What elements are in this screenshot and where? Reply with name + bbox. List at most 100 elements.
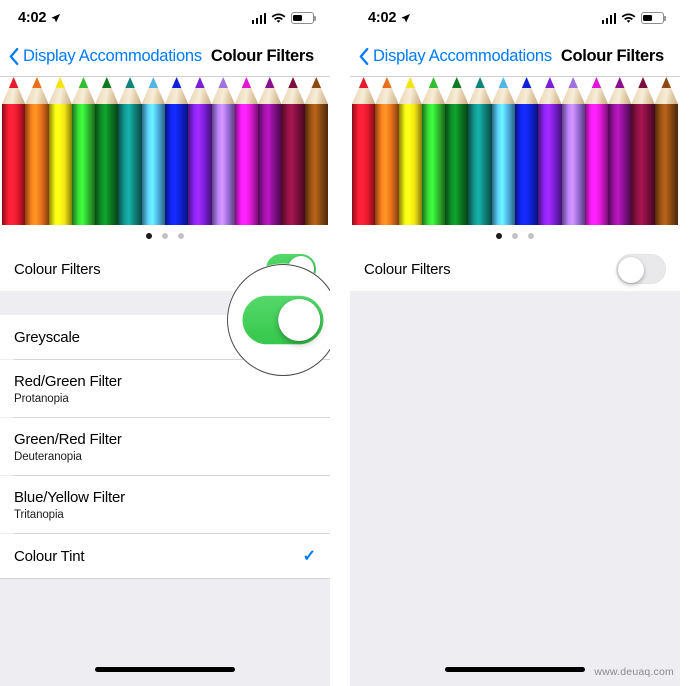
back-button-label: Display Accommodations: [373, 46, 552, 65]
pencil-tip: [654, 77, 678, 104]
page-dots-right[interactable]: [350, 225, 680, 247]
pencil-10: [211, 77, 235, 247]
pencil-lead: [188, 77, 212, 88]
pencil-tip: [584, 77, 609, 104]
pencil-lead: [491, 77, 515, 88]
pencil-lead: [2, 77, 26, 88]
cellular-signal-icon: [251, 12, 266, 24]
pencils-banner-left[interactable]: [0, 77, 330, 247]
pencil-tip: [188, 77, 212, 104]
wifi-icon: [621, 12, 636, 23]
toggle-knob: [278, 298, 321, 342]
pencil-lead: [445, 77, 469, 88]
status-bar-left: 4:02: [368, 10, 411, 26]
pencil-7: [141, 77, 165, 247]
pencil-2: [25, 77, 49, 247]
pencil-tip: [608, 77, 632, 104]
filter-option-5[interactable]: Colour Tint ✓: [0, 534, 330, 578]
pencil-lead: [48, 77, 72, 88]
cellular-signal-icon: [601, 12, 616, 24]
page-dot-2[interactable]: [512, 233, 518, 239]
pencil-lead: [71, 77, 96, 88]
filter-option-texts: Green/Red Filter Deuteranopia: [14, 418, 122, 475]
chevron-left-icon: [9, 47, 19, 65]
page-dot-3[interactable]: [178, 233, 184, 239]
pencil-14: [654, 77, 678, 247]
pencil-tip: [48, 77, 72, 104]
home-indicator-area-left: [0, 652, 330, 686]
pencil-lead: [398, 77, 422, 88]
pencil-11: [584, 77, 609, 247]
magnified-toggle-on[interactable]: [242, 295, 324, 345]
pencil-3: [398, 77, 422, 247]
pencil-tip: [211, 77, 235, 104]
battery-icon: [291, 12, 317, 24]
pencil-tip: [421, 77, 446, 104]
pencil-lead: [95, 77, 119, 88]
pencil-4: [71, 77, 96, 247]
home-indicator[interactable]: [445, 666, 585, 672]
pencil-13: [281, 77, 305, 247]
screenshot-comparison: 4:02 Display Accommodations Colour Filte…: [0, 0, 700, 686]
page-dot-3[interactable]: [528, 233, 534, 239]
checkmark-icon: ✓: [302, 548, 316, 565]
status-time: 4:02: [18, 10, 47, 26]
back-button-label: Display Accommodations: [23, 46, 202, 65]
pencil-tip: [445, 77, 469, 104]
pencil-lead: [375, 77, 399, 88]
page-dots-left[interactable]: [0, 225, 330, 247]
pencil-lead: [118, 77, 142, 88]
colour-filters-toggle-row[interactable]: Colour Filters: [350, 247, 680, 291]
location-arrow-icon: [51, 13, 61, 23]
filter-option-4[interactable]: Blue/Yellow Filter Tritanopia: [0, 476, 330, 533]
page-dot-1[interactable]: [146, 233, 152, 239]
page-dot-2[interactable]: [162, 233, 168, 239]
pencil-lead: [304, 77, 328, 88]
pencil-8: [514, 77, 539, 247]
pencil-14: [304, 77, 328, 247]
pencils-banner-right[interactable]: [350, 77, 680, 247]
back-button[interactable]: Display Accommodations: [359, 47, 552, 66]
pencil-tip: [118, 77, 142, 104]
filter-option-texts: Colour Tint: [14, 539, 85, 574]
wifi-icon: [271, 12, 286, 23]
pencil-1: [2, 77, 26, 247]
phone-screen-filters-off: 4:02 Display Accommodations Colour Filte…: [350, 0, 680, 686]
pencil-tip: [375, 77, 399, 104]
pencil-6: [468, 77, 492, 247]
pencil-12: [258, 77, 282, 247]
home-indicator[interactable]: [95, 666, 235, 672]
filter-option-title: Colour Tint: [14, 547, 85, 565]
pencil-lead: [654, 77, 678, 88]
filter-option-title: Blue/Yellow Filter: [14, 488, 125, 506]
pencil-tip: [468, 77, 492, 104]
pencil-12: [608, 77, 632, 247]
filter-option-subtitle: Deuteranopia: [14, 450, 82, 463]
colour-filters-toggle[interactable]: [616, 254, 666, 284]
phone-screen-filters-on: 4:02 Display Accommodations Colour Filte…: [0, 0, 330, 686]
battery-icon: [641, 12, 667, 24]
pencil-tip: [631, 77, 655, 104]
back-button[interactable]: Display Accommodations: [9, 47, 202, 66]
pencil-2: [375, 77, 399, 247]
filter-option-title: Red/Green Filter: [14, 372, 122, 390]
status-time: 4:02: [368, 10, 397, 26]
pencil-9: [188, 77, 212, 247]
pencil-lead: [25, 77, 49, 88]
page-dot-1[interactable]: [496, 233, 502, 239]
pencil-tip: [491, 77, 515, 104]
status-bar-left: 4:02: [18, 10, 61, 26]
page-title: Colour Filters: [210, 46, 314, 65]
pencil-tip: [538, 77, 562, 104]
pencil-8: [164, 77, 189, 247]
pencil-tip: [95, 77, 119, 104]
pencil-lead: [608, 77, 632, 88]
status-bar: 4:02: [350, 0, 680, 36]
colour-filters-label: Colour Filters: [14, 260, 101, 278]
filter-option-3[interactable]: Green/Red Filter Deuteranopia: [0, 418, 330, 475]
filter-option-subtitle: Tritanopia: [14, 508, 64, 521]
pencil-4: [421, 77, 446, 247]
magnifier-toggle-on: [227, 264, 330, 376]
pencil-lead: [584, 77, 609, 88]
pencil-lead: [352, 77, 376, 88]
